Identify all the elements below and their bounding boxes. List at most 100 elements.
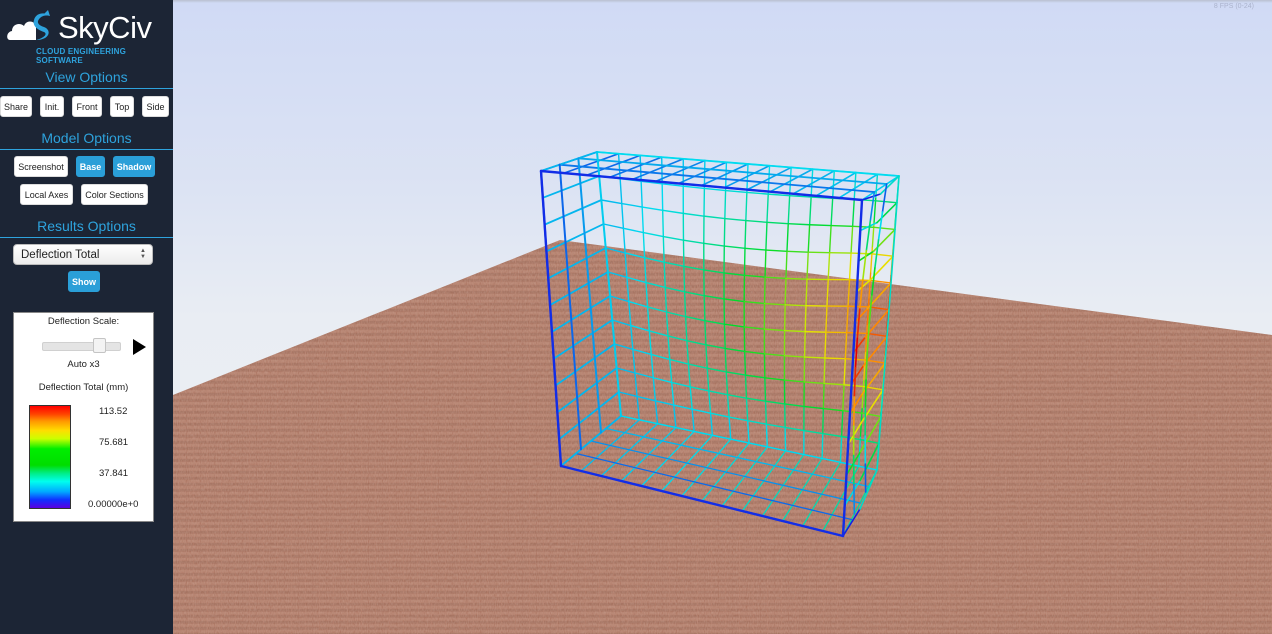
back-wall-member	[744, 219, 747, 250]
front-frame-member	[539, 169, 864, 202]
back-wall-member	[766, 221, 789, 225]
back-wall-member	[828, 224, 832, 254]
top-member	[586, 154, 641, 176]
back-wall-member	[724, 189, 727, 220]
back-wall-member	[619, 177, 623, 205]
back-wall-member	[873, 226, 896, 231]
divider	[0, 149, 173, 150]
back-wall-member	[786, 222, 789, 253]
right-wall-member	[876, 201, 898, 224]
right-wall-member	[852, 396, 856, 427]
back-wall-member	[786, 250, 809, 253]
back-wall-member	[830, 224, 854, 228]
back-wall-member	[703, 242, 725, 247]
deflection-scale-value: Auto x3	[67, 359, 100, 370]
top-view-button[interactable]: Top	[110, 96, 134, 117]
result-type-select[interactable]: Deflection Total ▲ ▼	[13, 244, 153, 265]
deflection-scale-label: Deflection Scale:	[47, 316, 120, 327]
model-options-title: Model Options	[41, 130, 132, 146]
back-wall-member	[621, 202, 625, 230]
right-wall-member	[877, 211, 884, 241]
back-wall-member	[682, 212, 705, 217]
top-member	[700, 163, 749, 187]
back-wall-member	[703, 187, 727, 192]
back-wall-member	[746, 191, 769, 195]
back-wall-member	[848, 252, 852, 281]
back-wall-member	[641, 206, 664, 212]
back-wall-member	[808, 224, 832, 227]
back-wall-member	[848, 279, 872, 282]
back-wall-member	[683, 265, 686, 293]
front-view-button[interactable]: Front	[72, 96, 102, 117]
back-wall-member	[821, 432, 824, 460]
back-wall-member	[745, 191, 748, 222]
back-wall-member	[662, 235, 685, 241]
back-wall-member	[785, 277, 808, 280]
deflection-legend-panel: Deflection Scale: Auto x3 Deflection Tot…	[13, 312, 154, 522]
scene-canvas[interactable]	[173, 0, 1272, 634]
back-wall-member	[642, 231, 665, 238]
back-wall-member	[662, 235, 665, 263]
back-wall-member	[787, 194, 791, 225]
back-wall-member	[724, 189, 748, 194]
init-view-button[interactable]: Init.	[40, 96, 64, 117]
deflection-scale-slider[interactable]	[42, 342, 121, 351]
back-wall-member	[765, 221, 768, 251]
legend-tick: 37.841	[99, 468, 129, 479]
back-wall-member	[723, 323, 726, 350]
back-wall-member	[746, 163, 749, 194]
back-wall-member	[850, 225, 854, 254]
share-button[interactable]: Share	[0, 96, 32, 117]
back-wall-member	[743, 350, 747, 376]
side-view-button[interactable]: Side	[142, 96, 169, 117]
left-wall-member	[541, 175, 601, 199]
results-options-title: Results Options	[37, 218, 136, 234]
top-member	[608, 156, 663, 179]
back-wall-member	[600, 199, 623, 205]
back-wall-member	[703, 295, 706, 322]
play-animation-icon[interactable]	[133, 339, 146, 355]
screenshot-button[interactable]: Screenshot	[14, 156, 68, 177]
back-wall-member	[851, 198, 855, 228]
base-toggle-button[interactable]: Base	[76, 156, 105, 177]
back-wall-member	[743, 247, 746, 277]
legend-title: Deflection Total (mm)	[38, 382, 129, 393]
back-wall-member	[853, 171, 857, 201]
back-wall-member	[784, 304, 807, 307]
back-wall-member	[803, 356, 826, 359]
back-wall-member	[617, 153, 621, 180]
local-axes-button[interactable]: Local Axes	[20, 184, 73, 205]
back-wall-member	[824, 331, 827, 359]
back-wall-member	[845, 331, 868, 335]
top-member	[654, 159, 706, 183]
back-wall-member	[723, 217, 726, 247]
slider-thumb[interactable]	[93, 338, 106, 353]
show-results-button[interactable]: Show	[68, 271, 100, 292]
back-wall-member	[847, 305, 870, 308]
right-wall-member	[881, 183, 888, 213]
back-wall-member	[763, 276, 766, 305]
back-wall-member	[787, 222, 811, 226]
select-arrows-icon: ▲ ▼	[140, 248, 146, 260]
left-wall-member	[543, 199, 603, 226]
back-wall-member	[827, 252, 831, 281]
back-wall-member	[807, 251, 831, 254]
back-wall-member	[871, 253, 894, 257]
logo-subtitle: CLOUD ENGINEERING SOFTWARE	[36, 47, 127, 65]
3d-viewport[interactable]: 8 FPS (0-24)	[173, 0, 1272, 634]
shadow-toggle-button[interactable]: Shadow	[113, 156, 155, 177]
back-wall-member	[873, 197, 877, 224]
back-wall-member	[683, 291, 687, 318]
back-wall-member	[823, 357, 826, 385]
legend-tick-max: 113.52	[99, 406, 128, 417]
top-member	[815, 171, 857, 197]
top-member	[563, 152, 620, 174]
back-wall-member	[764, 400, 768, 425]
color-sections-button[interactable]: Color Sections	[81, 184, 148, 205]
right-wall-member	[862, 249, 868, 281]
back-wall-member	[602, 223, 625, 230]
left-wall-member	[540, 151, 598, 172]
top-member	[677, 161, 728, 185]
right-wall-member	[864, 379, 867, 409]
back-wall-member	[822, 382, 825, 410]
